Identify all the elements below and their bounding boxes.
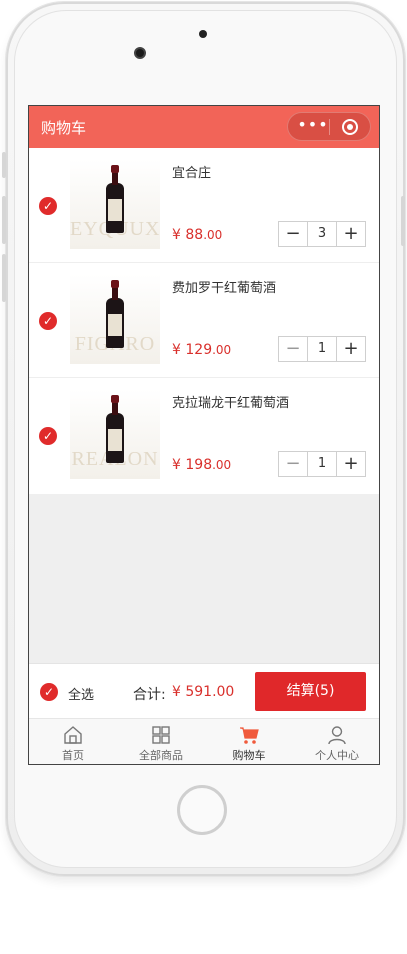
navigation-bar: 购物车 ••• [29,106,379,148]
quantity-stepper: − 1 + [278,336,366,362]
product-name[interactable]: 费加罗干红葡萄酒 [172,277,276,296]
tab-label: 首页 [62,749,84,762]
mute-switch [2,152,6,178]
cart-list: ✓ EYQUUX 宜合庄 ¥ 88.00 − 3 + ✓ FIGARO [29,148,379,494]
cart-item: ✓ EYQUUX 宜合庄 ¥ 88.00 − 3 + [29,148,379,263]
front-camera [134,47,146,59]
item-check-icon[interactable]: ✓ [39,427,57,445]
item-check-icon[interactable]: ✓ [39,312,57,330]
home-button[interactable] [177,785,227,835]
wine-bottle-icon [106,395,124,463]
decrease-button[interactable]: − [279,337,308,361]
home-icon [64,726,82,744]
tab-label: 购物车 [232,749,266,762]
capsule-divider [329,119,330,135]
quantity-stepper: − 3 + [278,221,366,247]
volume-down-button [2,254,6,302]
increase-button[interactable]: + [336,452,365,476]
quantity-value[interactable]: 1 [308,337,336,361]
item-check-icon[interactable]: ✓ [39,197,57,215]
more-icon[interactable]: ••• [296,117,330,136]
wine-bottle-icon [106,280,124,348]
wine-bottle-icon [106,165,124,233]
total-label: 合计: [133,687,166,703]
decrease-button[interactable]: − [279,452,308,476]
checkout-bar: ✓ 全选 合计: ¥ 591.00 结算(5) [29,663,379,719]
tab-label: 个人中心 [315,749,359,762]
volume-up-button [2,196,6,244]
product-name[interactable]: 克拉瑞龙干红葡萄酒 [172,392,289,411]
cart-item: ✓ REALON 克拉瑞龙干红葡萄酒 ¥ 198.00 − 1 + [29,378,379,494]
product-price: ¥ 129.00 [172,342,232,358]
tab-home[interactable]: 首页 [29,719,117,764]
tab-label: 全部商品 [139,749,183,762]
increase-button[interactable]: + [336,222,365,246]
increase-button[interactable]: + [336,337,365,361]
select-all-check-icon[interactable]: ✓ [40,683,58,701]
tab-profile[interactable]: 个人中心 [293,719,379,764]
tab-cart[interactable]: 购物车 [205,719,293,764]
product-name[interactable]: 宜合庄 [172,162,211,181]
tab-bar: 首页 全部商品 购物车 个人中心 [29,718,379,764]
checkout-button[interactable]: 结算(5) [255,672,366,711]
user-icon [328,726,346,745]
sensor-dot [199,30,207,38]
product-price: ¥ 198.00 [172,457,232,473]
total-amount: ¥ 591.00 [172,684,235,700]
tab-all-products[interactable]: 全部商品 [117,719,205,764]
app-screen: 购物车 ••• ✓ EYQUUX 宜合庄 ¥ 88.00 − 3 + [28,105,380,765]
product-image[interactable]: REALON [70,389,160,479]
close-miniapp-icon[interactable] [342,119,358,135]
decrease-button[interactable]: − [279,222,308,246]
quantity-stepper: − 1 + [278,451,366,477]
power-button [401,196,405,246]
grid-icon [152,726,170,744]
product-image[interactable]: EYQUUX [70,159,160,249]
menu-capsule: ••• [287,112,371,141]
product-price: ¥ 88.00 [172,227,223,243]
product-image[interactable]: FIGARO [70,274,160,364]
page-title: 购物车 [41,119,87,137]
cart-item: ✓ FIGARO 费加罗干红葡萄酒 ¥ 129.00 − 1 + [29,263,379,378]
quantity-value[interactable]: 1 [308,452,336,476]
quantity-value[interactable]: 3 [308,222,336,246]
select-all-label[interactable]: 全选 [68,684,94,703]
cart-icon [240,727,259,744]
